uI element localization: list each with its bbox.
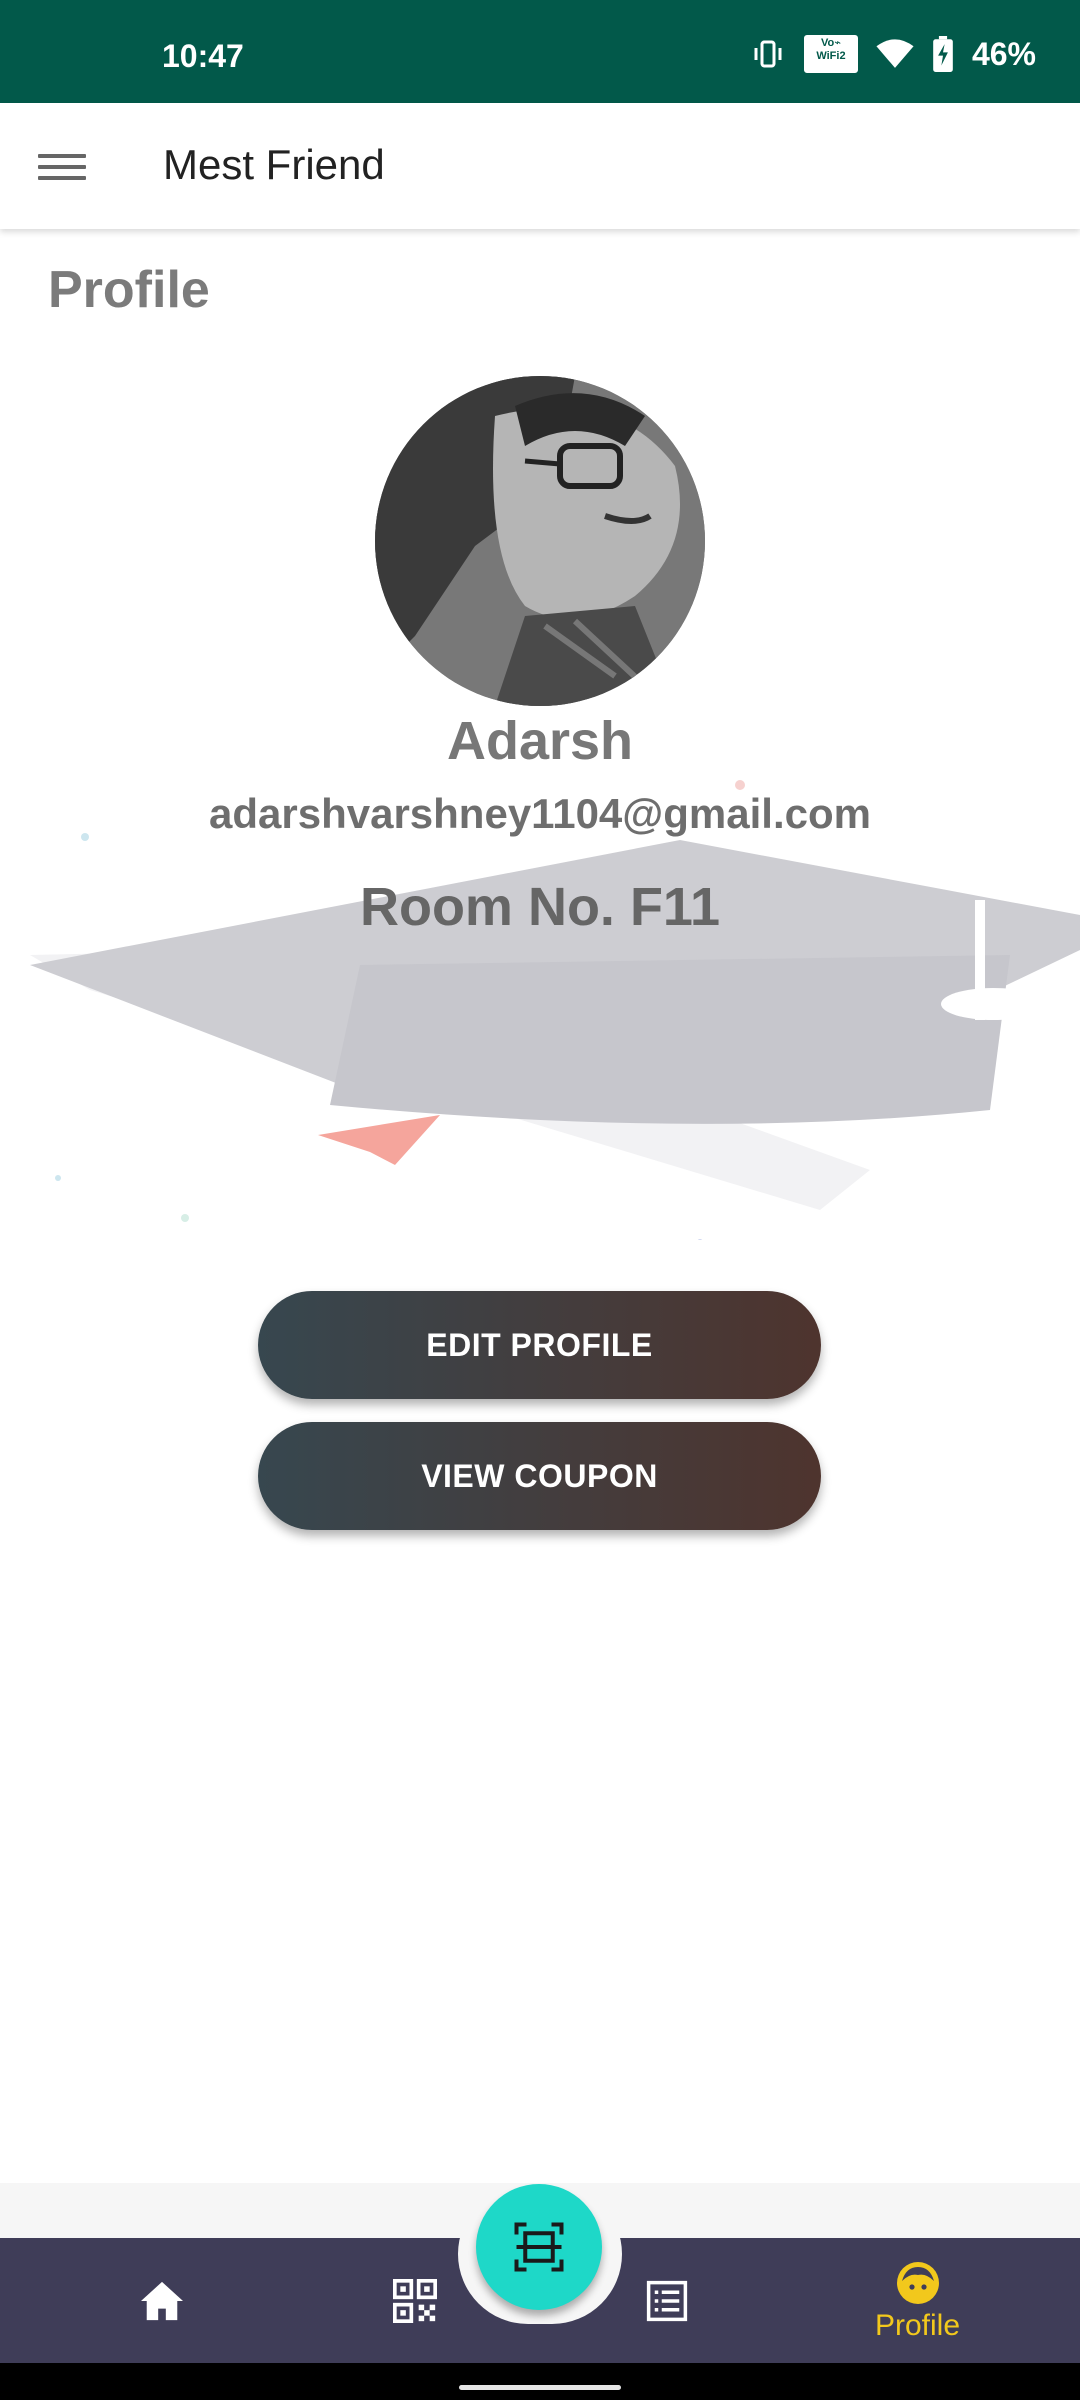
scan-fab-button[interactable]	[476, 2184, 602, 2310]
gesture-bar	[0, 2363, 1080, 2400]
nav-qr[interactable]	[363, 2238, 467, 2363]
list-icon	[646, 2280, 688, 2321]
vowifi-icon: Vo⌁ WiFi2	[803, 35, 858, 73]
battery-charging-icon	[933, 36, 953, 72]
home-icon	[141, 2281, 183, 2320]
nav-home[interactable]	[110, 2238, 214, 2363]
page-title: Profile	[48, 261, 210, 319]
nav-profile-label: Profile	[874, 2308, 961, 2342]
app-bar: Mest Friend	[0, 103, 1080, 229]
nav-profile[interactable]: Profile	[850, 2238, 985, 2363]
vibrate-icon	[754, 40, 782, 68]
scan-icon	[514, 2222, 564, 2272]
avatar[interactable]	[375, 376, 705, 706]
wifi-icon	[876, 39, 914, 68]
profile-email: adarshvarshney1104@gmail.com	[209, 790, 871, 837]
status-bar: 10:47 Vo⌁ WiFi2 46%	[0, 0, 1080, 103]
edit-profile-button[interactable]: EDIT PROFILE	[258, 1291, 821, 1399]
profile-room: Room No. F11	[359, 877, 721, 937]
app-title: Mest Friend	[163, 141, 385, 188]
hamburger-menu-icon[interactable]	[38, 147, 86, 187]
home-indicator[interactable]	[459, 2385, 621, 2390]
face-icon	[896, 2261, 939, 2304]
qr-code-icon	[393, 2278, 437, 2323]
battery-percent: 46%	[971, 35, 1036, 72]
status-time: 10:47	[162, 38, 244, 74]
nav-list[interactable]	[615, 2238, 719, 2363]
profile-name: Adarsh	[446, 711, 634, 771]
view-coupon-button[interactable]: VIEW COUPON	[258, 1422, 821, 1530]
status-icons: Vo⌁ WiFi2 46%	[750, 34, 1036, 74]
